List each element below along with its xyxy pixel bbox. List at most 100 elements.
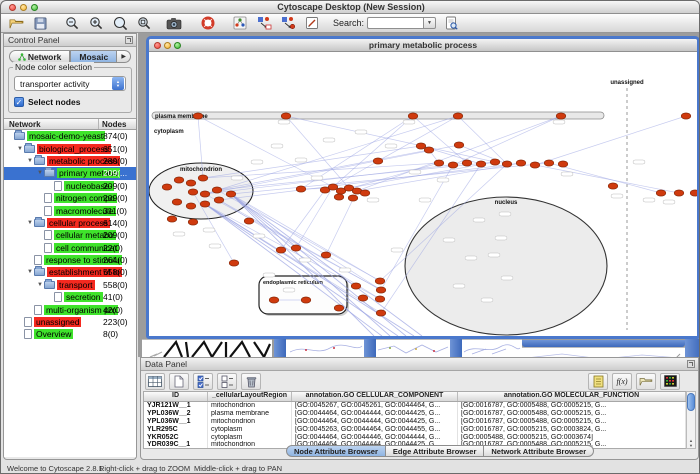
graph-node[interactable] (162, 184, 172, 190)
graph-node[interactable] (408, 113, 418, 119)
node-color-dropdown[interactable]: transporter activity ▲▼ (14, 76, 126, 91)
background-window-fragment[interactable] (462, 339, 522, 357)
graph-node[interactable] (186, 203, 196, 209)
table-column-header[interactable]: _cellularLayoutRegion (208, 392, 292, 401)
table-row[interactable]: YKR052Ccytoplasm[GO:0044464, GO:0044446,… (144, 434, 687, 442)
tree-row[interactable]: cellular metabo209(0) (4, 229, 136, 241)
graph-node[interactable] (291, 245, 301, 251)
tree-row[interactable]: unassigned223(0) (4, 316, 136, 328)
graph-node[interactable] (544, 160, 554, 166)
tree-expand-arrow[interactable]: ▼ (26, 220, 34, 226)
graph-node[interactable] (229, 260, 239, 266)
advanced-search-icon[interactable] (442, 15, 460, 32)
attribute-table-icon[interactable] (145, 373, 165, 390)
scrollbar-arrows[interactable]: ▲▼ (687, 438, 695, 448)
tree-row[interactable]: Overview8(0) (4, 328, 136, 340)
zoom-in-icon[interactable] (87, 15, 105, 32)
tree-expand-arrow[interactable]: ▼ (26, 269, 34, 275)
table-row[interactable]: YJR121W__1mitochondrion[GO:0045267, GO:0… (144, 402, 687, 410)
graph-node[interactable] (281, 113, 291, 119)
graph-node[interactable] (167, 216, 177, 222)
table-scrollbar[interactable]: ▲▼ (686, 391, 696, 449)
unselect-attributes-icon[interactable] (217, 373, 237, 390)
graph-node[interactable] (376, 310, 386, 316)
graph-node[interactable] (172, 199, 182, 205)
graph-node[interactable] (674, 190, 684, 196)
graph-node[interactable] (516, 160, 526, 166)
data-panel-header[interactable]: Data Panel (141, 358, 698, 371)
network-canvas[interactable]: plasma membrane cytoplasm mitochondrion … (149, 52, 697, 336)
tree-row[interactable]: ▼metabolic process280(0) (4, 155, 136, 167)
window-titlebar[interactable]: Cytoscape Desktop (New Session) (1, 1, 700, 14)
tab-network-attribute-browser[interactable]: Network Attribute Browser (484, 445, 594, 457)
tree-row[interactable]: cell communicat22(0) (4, 242, 136, 254)
tree-row[interactable]: ▼transport558(0) (4, 279, 136, 291)
graph-node[interactable] (244, 218, 254, 224)
table-column-header[interactable]: annotation.GO CELLULAR_COMPONENT (292, 392, 458, 401)
save-session-icon[interactable] (31, 15, 49, 32)
zoom-selected-icon[interactable] (111, 15, 129, 32)
graph-node[interactable] (360, 190, 370, 196)
network-view-titlebar[interactable]: primary metabolic process (149, 39, 697, 52)
float-data-panel-icon[interactable] (687, 360, 695, 368)
table-column-header[interactable]: ID (144, 392, 208, 401)
graph-node[interactable] (375, 278, 385, 284)
float-panel-icon[interactable] (125, 36, 133, 44)
tab-node-attribute-browser[interactable]: Node Attribute Browser (286, 445, 386, 457)
graph-node[interactable] (476, 161, 486, 167)
graph-node[interactable] (321, 252, 331, 258)
background-window-frame[interactable] (685, 339, 700, 357)
background-window-fragment[interactable] (522, 347, 685, 357)
table-row[interactable]: YPL036W__2plasma membrane[GO:0044464, GO… (144, 410, 687, 418)
more-tabs-arrow[interactable]: ▶ (117, 50, 131, 63)
annotation-icon[interactable] (303, 15, 321, 32)
import-attributes-icon[interactable] (636, 373, 656, 390)
graph-node[interactable] (348, 195, 358, 201)
background-window-frame[interactable] (274, 339, 286, 357)
tree-expand-arrow[interactable]: ▼ (36, 170, 44, 176)
search-input[interactable] (367, 17, 423, 29)
graph-node[interactable] (214, 197, 224, 203)
graph-node[interactable] (681, 113, 691, 119)
background-window-fragment[interactable] (376, 339, 450, 357)
graph-node[interactable] (193, 113, 203, 119)
attribute-notes-icon[interactable] (588, 373, 608, 390)
tree-row[interactable]: nucleobase-209(0) (4, 180, 136, 192)
graph-node[interactable] (502, 161, 512, 167)
zoom-out-icon[interactable] (63, 15, 81, 32)
tree-row[interactable]: multi-organism pro42(0) (4, 303, 136, 315)
graph-node[interactable] (376, 287, 386, 293)
help-icon[interactable] (199, 15, 217, 32)
table-row[interactable]: YLR295Ccytoplasm[GO:0045263, GO:0044464,… (144, 426, 687, 434)
graph-node[interactable] (276, 247, 286, 253)
graph-node[interactable] (200, 191, 210, 197)
graph-node[interactable] (462, 160, 472, 166)
table-row[interactable]: YPL036W__1mitochondrion[GO:0044464, GO:0… (144, 418, 687, 426)
graph-node[interactable] (656, 190, 666, 196)
graph-node[interactable] (328, 184, 338, 190)
graph-node[interactable] (358, 295, 368, 301)
graph-node[interactable] (448, 162, 458, 168)
tree-expand-arrow[interactable]: ▼ (26, 158, 34, 164)
zoom-fit-icon[interactable] (135, 15, 153, 32)
graph-node[interactable] (334, 194, 344, 200)
graph-node[interactable] (296, 186, 306, 192)
graph-node[interactable] (334, 305, 344, 311)
graph-node[interactable] (269, 297, 279, 303)
graph-node[interactable] (188, 189, 198, 195)
graph-node[interactable] (226, 191, 236, 197)
tab-edge-attribute-browser[interactable]: Edge Attribute Browser (386, 445, 484, 457)
vizmapper-node-icon[interactable] (255, 15, 273, 32)
background-window-fragment[interactable] (286, 339, 364, 357)
graph-node[interactable] (198, 175, 208, 181)
new-attribute-icon[interactable] (169, 373, 189, 390)
scrollbar-thumb[interactable] (687, 393, 695, 411)
search-dropdown-arrow[interactable]: ▼ (423, 17, 436, 29)
graph-node[interactable] (416, 143, 426, 149)
background-window-bottom-frame[interactable] (522, 340, 685, 347)
graph-node[interactable] (174, 177, 184, 183)
graph-node[interactable] (556, 113, 566, 119)
tree-expand-arrow[interactable]: ▼ (36, 282, 44, 288)
vizmapper-edge-icon[interactable] (279, 15, 297, 32)
snapshot-icon[interactable] (165, 15, 183, 32)
